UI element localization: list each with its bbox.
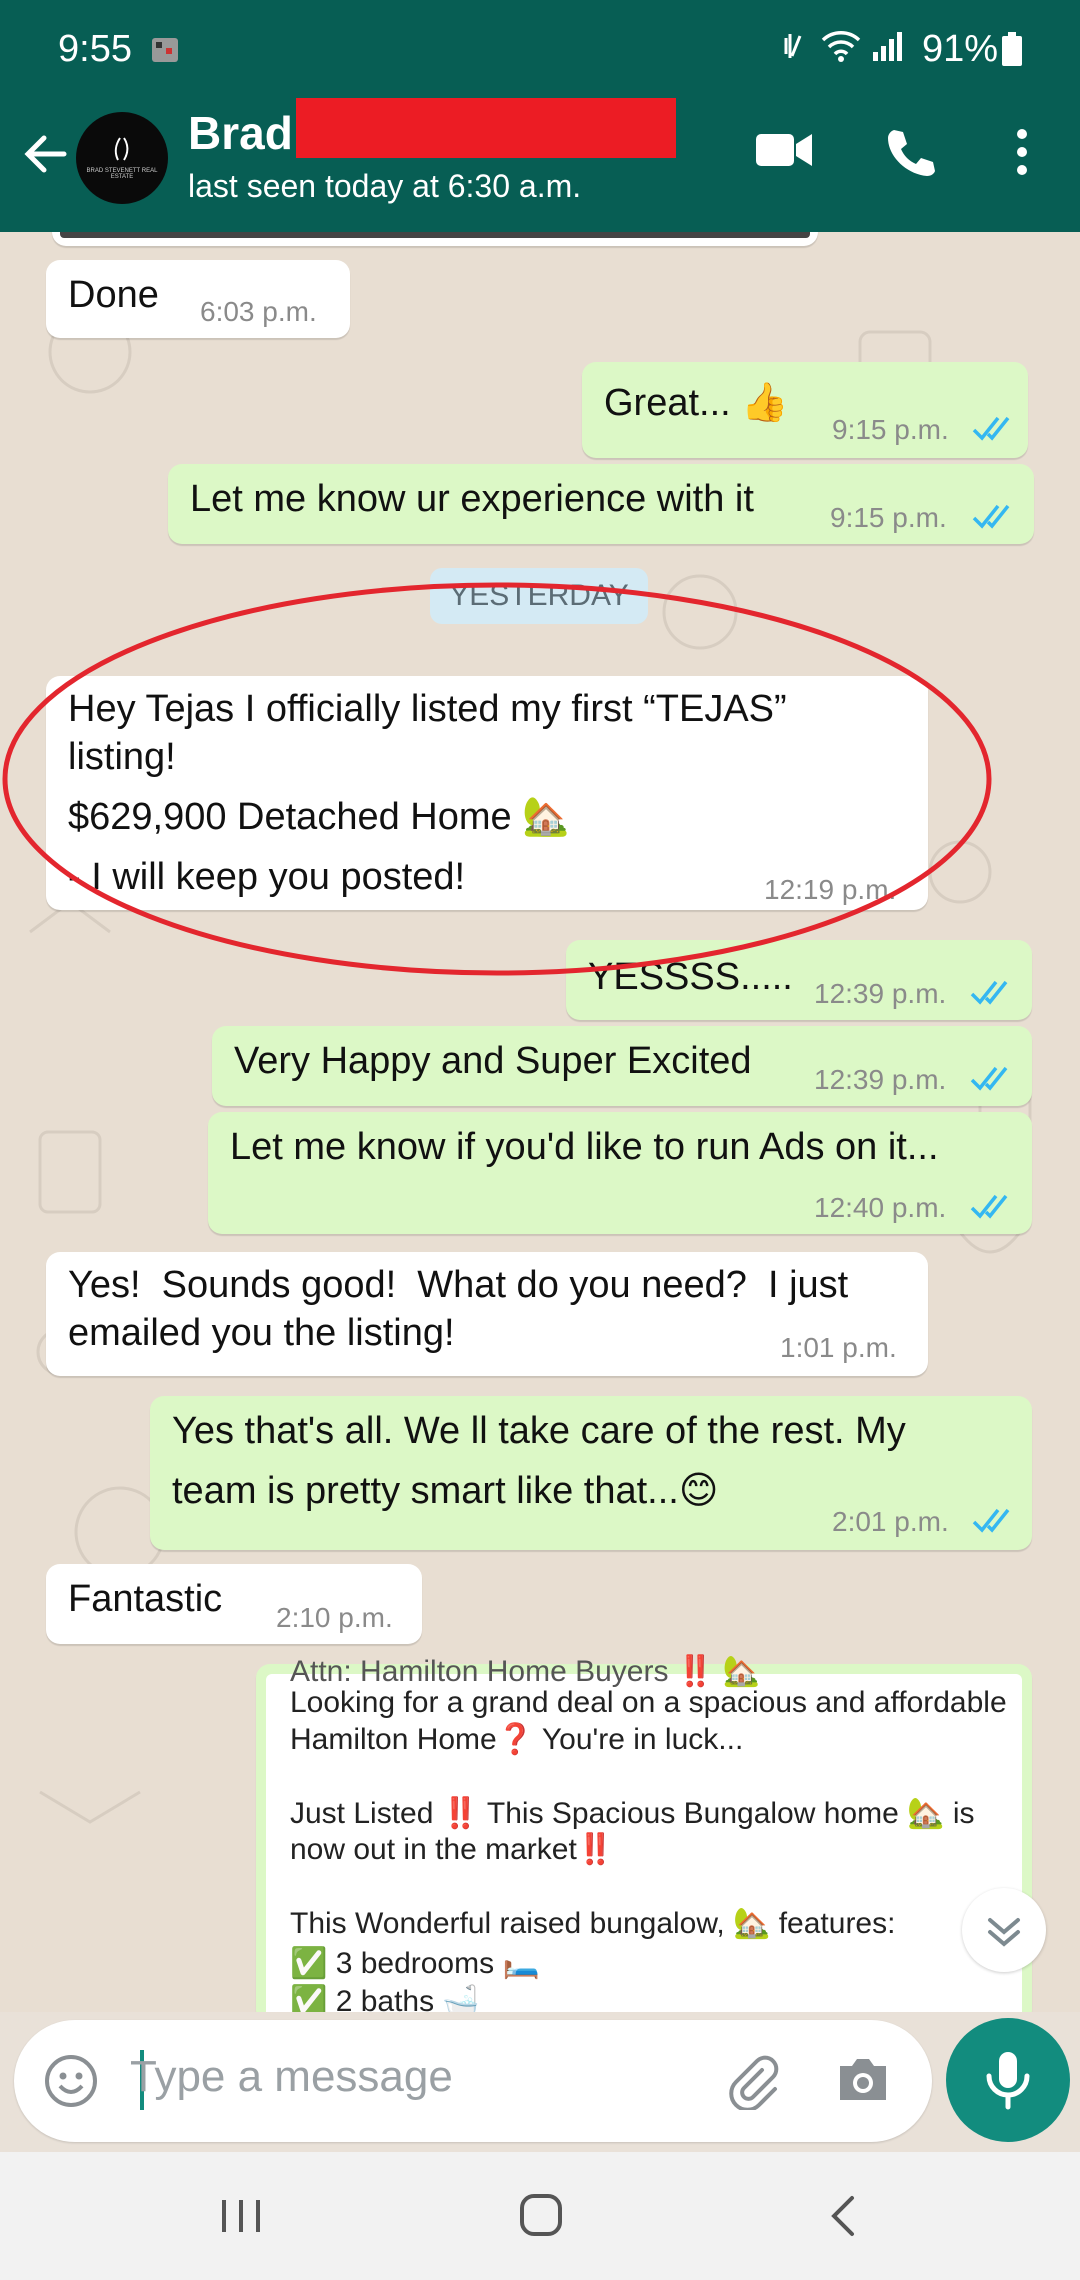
outgoing-message[interactable]: Yes that's all. We ll take care of the r… [150,1396,1032,1550]
status-time: 9:55 [58,28,132,70]
post-line: ✅ 2 baths 🛁 [290,1985,480,2012]
image-thumbnail[interactable] [60,232,810,238]
message-text-line: emailed you the listing! [68,1312,455,1354]
more-vertical-icon [1017,129,1027,175]
message-time: 12:40 p.m. [814,1192,947,1223]
voice-record-button[interactable] [946,2018,1070,2142]
message-input[interactable]: Type a message [130,2052,453,2102]
message-text-line: team is pretty smart like that...😊 [172,1470,719,1512]
read-receipt-icon [970,1194,1008,1219]
message-text: YESSSS..... [588,956,793,998]
read-receipt-icon [972,1508,1010,1533]
voice-call-button[interactable] [884,126,936,183]
message-time: 12:19 p.m. [764,874,897,905]
message-time: 12:39 p.m. [814,1064,947,1095]
outgoing-message[interactable]: YESSSS..... 12:39 p.m. [566,940,1032,1020]
message-text-line: - I will keep you posted! [68,856,466,898]
emoji-icon[interactable] [42,2052,100,2110]
message-text: Done [68,274,159,316]
message-text-line: Yes that's all. We ll take care of the r… [172,1410,906,1452]
camera-icon[interactable] [834,2052,892,2108]
outgoing-message[interactable]: Great... 👍 9:15 p.m. [582,362,1028,458]
message-text: Let me know if you'd like to run Ads on … [230,1126,939,1168]
message-time: 6:03 p.m. [200,296,317,327]
image-message-partial[interactable] [52,232,818,246]
message-text-line: Hey Tejas I officially listed my first “… [68,688,787,730]
post-line: now out in the market‼️ [290,1833,615,1866]
more-options-button[interactable] [1010,126,1034,183]
outgoing-message[interactable]: Very Happy and Super Excited 12:39 p.m. [212,1026,1032,1106]
paperclip-icon[interactable] [722,2050,782,2110]
post-line: ✅ 3 bedrooms 🛏️ [290,1947,540,1980]
avatar[interactable]: BRAD STEVENETT REAL ESTATE [76,112,168,204]
message-text: Great... 👍 [604,382,789,424]
incoming-message[interactable]: Yes! Sounds good! What do you need? I ju… [46,1252,928,1376]
message-text: Fantastic [68,1578,223,1620]
post-line: Attn: Hamilton Home Buyers ‼️ 🏡 [290,1655,760,1688]
battery-level: 91% [922,28,999,70]
message-text-line: $629,900 Detached Home 🏡 [68,796,570,838]
post-line: Hamilton Home❓ You're in luck... [290,1723,744,1756]
message-text-line: Yes! Sounds good! What do you need? I ju… [68,1264,849,1306]
system-navigation-bar [0,2152,1080,2280]
message-time: 9:15 p.m. [832,414,949,445]
incoming-message[interactable]: Hey Tejas I officially listed my first “… [46,676,928,910]
redaction-box [296,98,676,158]
microphone-icon [986,2052,1030,2110]
message-time: 12:39 p.m. [814,978,947,1009]
contact-name[interactable]: Brad [188,106,293,160]
chat-area[interactable]: Done 6:03 p.m. Great... 👍 9:15 p.m. Let … [0,232,1080,2012]
message-time: 2:10 p.m. [276,1602,393,1633]
outgoing-message[interactable]: Let me know if you'd like to run Ads on … [208,1112,1032,1234]
wifi-icon [820,28,862,74]
read-receipt-icon [972,504,1010,529]
video-call-button[interactable] [756,130,814,175]
double-chevron-down-icon [988,1918,1020,1947]
phone-icon [888,130,935,176]
message-text: Very Happy and Super Excited [234,1040,752,1082]
mute-vibrate-icon [778,28,814,74]
chat-header: BRAD STEVENETT REAL ESTATE Brad last see… [0,86,1080,232]
read-receipt-icon [970,980,1008,1005]
home-button[interactable] [518,2192,564,2238]
scroll-to-bottom-button[interactable] [962,1888,1046,1972]
message-text-line: listing! [68,736,176,778]
message-time: 2:01 p.m. [832,1506,949,1537]
message-input-bar: Type a message [14,2020,932,2142]
post-line: Just Listed ‼️ This Spacious Bungalow ho… [290,1797,975,1830]
message-text: Let me know ur experience with it [190,478,754,520]
read-receipt-icon [972,416,1010,441]
back-button[interactable] [18,126,74,182]
avatar-text: BRAD STEVENETT REAL ESTATE [86,168,158,180]
post-line: This Wonderful raised bungalow, 🏡 featur… [290,1907,896,1940]
incoming-message[interactable]: Fantastic 2:10 p.m. [46,1564,422,1644]
status-bar: 9:55 91% [0,0,1080,86]
notification-app-icon [148,32,182,76]
arrow-left-icon [24,135,67,173]
battery-icon [1000,32,1024,78]
message-time: 9:15 p.m. [830,502,947,533]
day-separator: YESTERDAY [430,568,648,624]
avatar-logo-icon [114,137,129,161]
outgoing-message[interactable]: Let me know ur experience with it 9:15 p… [168,464,1034,544]
read-receipt-icon [970,1066,1008,1091]
video-camera-icon [756,134,812,166]
system-back-button[interactable] [828,2194,858,2238]
post-line: Looking for a grand deal on a spacious a… [290,1686,1007,1719]
last-seen-status: last seen today at 6:30 a.m. [188,168,582,204]
incoming-message[interactable]: Done 6:03 p.m. [46,260,350,338]
message-time: 1:01 p.m. [780,1332,897,1363]
recent-apps-button[interactable] [218,2196,264,2236]
signal-icon [870,28,906,74]
